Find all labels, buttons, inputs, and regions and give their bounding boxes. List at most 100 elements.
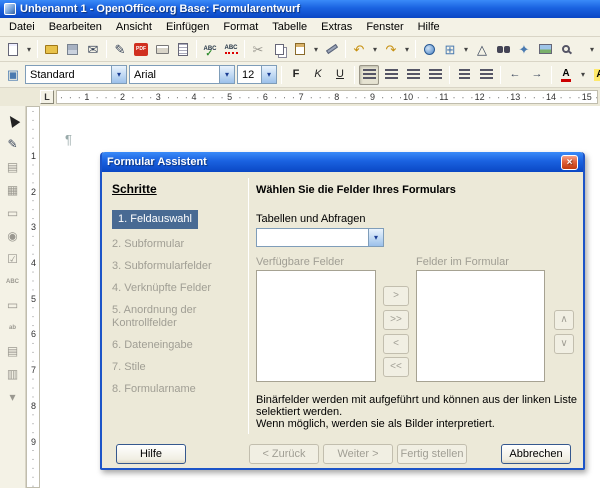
align-left-button[interactable]	[359, 65, 379, 85]
new-document-button[interactable]	[3, 39, 23, 59]
numbered-list-button[interactable]	[454, 65, 474, 85]
cut-button[interactable]: ✂	[248, 39, 268, 59]
select-button[interactable]	[3, 111, 23, 130]
menu-bearbeiten[interactable]: Bearbeiten	[42, 19, 109, 35]
tables-queries-combo[interactable]: ▾	[256, 228, 384, 247]
dialog-close-button[interactable]: ×	[561, 155, 578, 170]
help-button[interactable]: Hilfe	[116, 444, 186, 464]
combo-dropdown-icon[interactable]: ▾	[219, 66, 234, 83]
text-box-control[interactable]: ab	[3, 318, 23, 337]
move-down-button[interactable]: ∨	[554, 334, 574, 354]
gallery-button[interactable]	[535, 39, 555, 59]
save-button[interactable]	[62, 39, 82, 59]
hyperlink-button[interactable]	[419, 39, 439, 59]
step-anordnung[interactable]: 5. Anordnung der Kontrollfelder	[112, 304, 244, 330]
step-formularname[interactable]: 8. Formularname	[112, 383, 244, 396]
next-button[interactable]: Weiter >	[323, 444, 393, 464]
menu-datei[interactable]: Datei	[2, 19, 42, 35]
open-button[interactable]	[41, 39, 61, 59]
step-subformularfelder[interactable]: 3. Subformularfelder	[112, 260, 244, 273]
paste-dropdown[interactable]: ▾	[311, 39, 321, 59]
menu-hilfe[interactable]: Hilfe	[411, 19, 447, 35]
redo-button[interactable]: ↷	[381, 39, 401, 59]
font-size-combo[interactable]: 12 ▾	[237, 65, 277, 84]
paste-button[interactable]	[290, 39, 310, 59]
increase-indent-button[interactable]: →	[527, 65, 547, 85]
spellcheck-button[interactable]: ABC	[200, 39, 220, 59]
align-right-button[interactable]	[403, 65, 423, 85]
undo-dropdown[interactable]: ▾	[370, 39, 380, 59]
menu-extras[interactable]: Extras	[314, 19, 359, 35]
finish-button[interactable]: Fertig stellen	[397, 444, 467, 464]
move-right-button[interactable]: >	[383, 286, 409, 306]
move-left-button[interactable]: <	[383, 334, 409, 354]
highlighting-button[interactable]: A	[590, 65, 600, 85]
available-fields-list[interactable]	[256, 270, 376, 382]
label-field-control[interactable]: ABC	[3, 272, 23, 291]
dialog-title-bar[interactable]: Formular Assistent ×	[102, 152, 583, 172]
table-dropdown[interactable]: ▾	[461, 39, 471, 59]
print-button[interactable]	[152, 39, 172, 59]
combo-box-control[interactable]: ▥	[3, 364, 23, 383]
copy-button[interactable]	[269, 39, 289, 59]
title-bar[interactable]: Unbenannt 1 - OpenOffice.org Base: Formu…	[0, 0, 600, 18]
menu-einfuegen[interactable]: Einfügen	[159, 19, 216, 35]
form-fields-list[interactable]	[416, 270, 545, 382]
combo-dropdown-icon[interactable]: ▾	[261, 66, 276, 83]
back-button[interactable]: < Zurück	[249, 444, 319, 464]
styles-window-button[interactable]: ▣	[3, 65, 23, 85]
bold-button[interactable]: F	[286, 65, 306, 85]
align-justify-button[interactable]	[425, 65, 445, 85]
find-replace-button[interactable]	[493, 39, 513, 59]
more-controls-button[interactable]: ▾	[3, 387, 23, 406]
control-properties-button[interactable]: ▤	[3, 157, 23, 176]
decrease-indent-button[interactable]: ←	[505, 65, 525, 85]
undo-button[interactable]: ↶	[349, 39, 369, 59]
toolbar-overflow-button[interactable]: ▾	[587, 39, 597, 59]
menu-format[interactable]: Format	[216, 19, 265, 35]
push-button-control[interactable]: ▭	[3, 203, 23, 222]
navigator-button[interactable]: ✦	[514, 39, 534, 59]
edit-file-button[interactable]: ✎	[110, 39, 130, 59]
zoom-button[interactable]	[556, 39, 576, 59]
move-all-right-button[interactable]: >>	[383, 310, 409, 330]
draw-functions-button[interactable]: △	[472, 39, 492, 59]
new-document-dropdown[interactable]: ▾	[24, 39, 34, 59]
step-dateneingabe[interactable]: 6. Dateneingabe	[112, 339, 244, 352]
tab-stop-selector[interactable]: L	[40, 90, 54, 104]
step-verknuepfte-felder[interactable]: 4. Verknüpfte Felder	[112, 282, 244, 295]
design-mode-button[interactable]: ✎	[3, 134, 23, 153]
underline-button[interactable]: U	[330, 65, 350, 85]
move-up-button[interactable]: ∧	[554, 310, 574, 330]
combo-dropdown-icon[interactable]: ▾	[368, 229, 383, 246]
combo-dropdown-icon[interactable]: ▾	[111, 66, 126, 83]
option-button-control[interactable]: ◉	[3, 226, 23, 245]
email-icon: ✉	[88, 43, 99, 56]
page-preview-button[interactable]	[173, 39, 193, 59]
format-paintbrush-button[interactable]	[322, 39, 342, 59]
menu-tabelle[interactable]: Tabelle	[265, 19, 314, 35]
font-color-dropdown[interactable]: ▾	[578, 65, 588, 85]
group-box-control[interactable]: ▭	[3, 295, 23, 314]
redo-dropdown[interactable]: ▾	[402, 39, 412, 59]
step-subformular[interactable]: 2. Subformular	[112, 238, 244, 251]
table-button[interactable]: ⊞	[440, 39, 460, 59]
step-stile[interactable]: 7. Stile	[112, 361, 244, 374]
check-box-control[interactable]: ☑	[3, 249, 23, 268]
email-button[interactable]: ✉	[83, 39, 103, 59]
move-all-left-button[interactable]: <<	[383, 357, 409, 377]
list-box-control[interactable]: ▤	[3, 341, 23, 360]
align-center-button[interactable]	[381, 65, 401, 85]
menu-fenster[interactable]: Fenster	[359, 19, 410, 35]
cancel-button[interactable]: Abbrechen	[501, 444, 571, 464]
autospellcheck-button[interactable]: ABC	[221, 39, 241, 59]
font-color-button[interactable]: A	[556, 65, 576, 85]
form-properties-button[interactable]: ▦	[3, 180, 23, 199]
menu-ansicht[interactable]: Ansicht	[109, 19, 159, 35]
bullet-list-button[interactable]	[476, 65, 496, 85]
paragraph-style-combo[interactable]: Standard ▾	[25, 65, 127, 84]
font-name-combo[interactable]: Arial ▾	[129, 65, 235, 84]
export-pdf-button[interactable]: PDF	[131, 39, 151, 59]
step-feldauswahl[interactable]: 1. Feldauswahl	[112, 210, 244, 229]
italic-button[interactable]: K	[308, 65, 328, 85]
